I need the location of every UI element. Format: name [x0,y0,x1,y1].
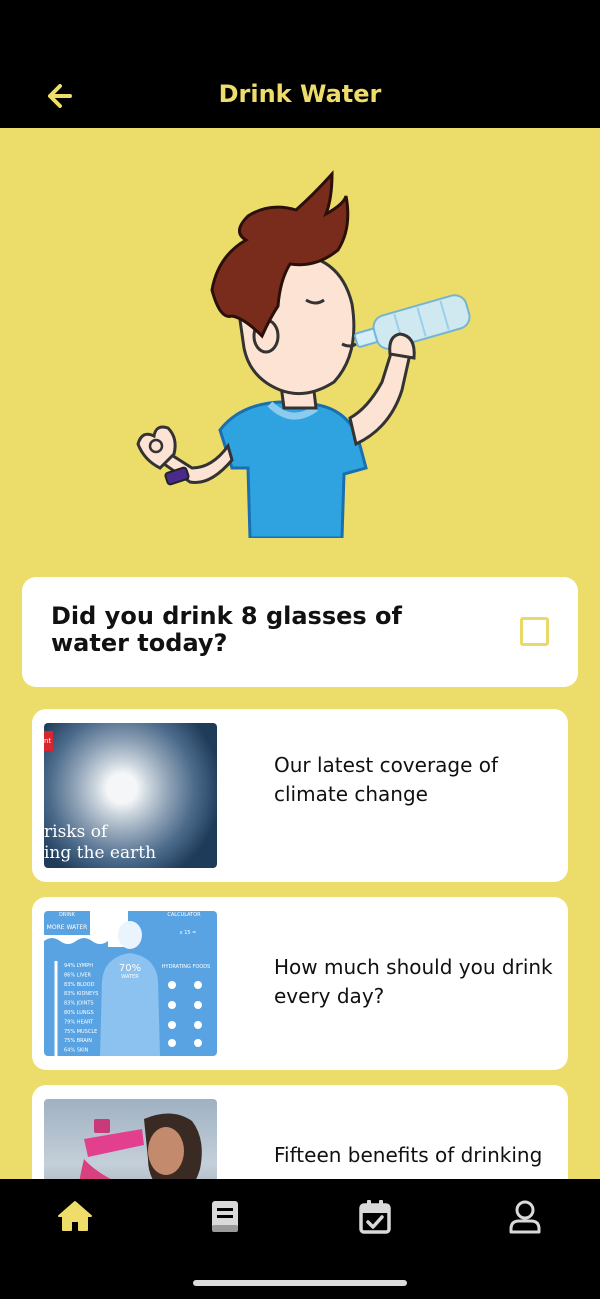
thumb-percent: 70% [119,963,141,974]
nav-profile[interactable] [505,1196,545,1236]
thumb-header-label: MORE WATER [47,924,88,931]
thumb-list-item: 75% MUSCLE [64,1029,97,1035]
nav-home[interactable] [55,1196,95,1236]
book-icon [212,1201,238,1232]
thumb-list-item: 86% LIVER [64,972,92,978]
thumb-list-item: 64% SKIN [64,1048,89,1054]
article-thumbnail: DRINK MORE WATER CALCULATOR x 15 = 70% W… [44,911,217,1056]
daily-question-card: Did you drink 8 glasses of water today? [22,577,578,687]
woman-drinking-photo [79,1113,202,1179]
thumb-list-item: 83% KIDNEYS [64,991,98,997]
thumb-list-item: 83% JOINTS [64,1001,94,1007]
main-content[interactable]: Did you drink 8 glasses of water today? … [0,128,600,1179]
thumb-list-item: 79% HEART [64,1019,94,1025]
nav-tasks[interactable] [355,1196,395,1236]
article-card[interactable]: nt risks of ing the earth Our latest cov… [32,709,568,882]
article-title: Fifteen benefits of drinking [274,1143,543,1167]
page-title: Drink Water [218,80,382,108]
app-header: Drink Water [0,0,600,128]
article-title: Our latest coverage of climate change [274,753,499,806]
thumb-caption-line2: ing the earth [44,843,157,863]
water-infographic: DRINK MORE WATER CALCULATOR x 15 = 70% W… [44,911,217,1056]
thumb-list-item: 94% LYMPH [64,963,93,969]
nav-library[interactable] [205,1196,245,1236]
article-title: How much should you drink every day? [274,955,553,1008]
question-text: Did you drink 8 glasses of water today? [51,602,402,657]
thumb-badge: nt [44,731,53,751]
drink-water-checkbox[interactable] [520,617,549,646]
thumb-calc-formula: x 15 = [180,930,197,936]
article-card[interactable]: DRINK MORE WATER CALCULATOR x 15 = 70% W… [32,897,568,1070]
article-thumbnail [44,1099,217,1179]
calendar-check-icon [359,1200,391,1234]
bottom-nav [0,1179,600,1299]
thumb-percent-label: WATER [121,974,139,980]
thumb-caption-line1: risks of [44,822,108,842]
thumb-drink-label: DRINK [59,912,76,918]
article-card[interactable]: Fifteen benefits of drinking [32,1085,568,1179]
thumb-list-item: 83% BLOOD [64,982,95,988]
home-icon [58,1201,92,1231]
boy-drinking-water-illustration [136,170,471,538]
home-indicator[interactable] [193,1280,407,1286]
thumb-list-item: 80% LUNGS [64,1010,94,1016]
thumb-foods-label: HYDRATING FOODS [162,964,210,970]
article-thumbnail: nt risks of ing the earth [44,723,217,868]
thumb-calc-label: CALCULATOR [167,912,201,918]
thumb-list-item: 75% BRAIN [64,1038,92,1044]
profile-icon [509,1200,541,1234]
